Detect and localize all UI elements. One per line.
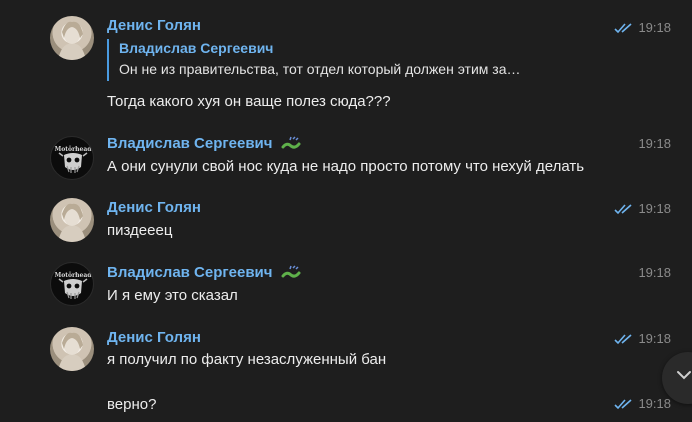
message-text: И я ему это сказал xyxy=(107,287,238,304)
motorhead-logo-icon: Motörhead xyxy=(55,272,93,299)
reply-quote[interactable]: Владислав Сергеевич Он не из правительст… xyxy=(107,39,587,81)
avatar-denis[interactable] xyxy=(50,198,94,242)
motorhead-logo-icon: Motörhead xyxy=(55,146,93,173)
author-name[interactable]: Денис Голян xyxy=(107,199,201,216)
message-text: пиздееец xyxy=(107,222,173,239)
double-check-icon xyxy=(614,399,632,410)
svg-text:Motörhead: Motörhead xyxy=(55,146,93,153)
svg-text:Motörhead: Motörhead xyxy=(55,272,93,279)
avatar-image xyxy=(58,203,86,242)
message-text: А они сунули свой нос куда не надо прост… xyxy=(107,158,585,175)
message-time: 19:18 xyxy=(638,331,671,346)
author-name[interactable]: Денис Голян xyxy=(107,17,201,34)
author-name-text: Владислав Сергеевич xyxy=(107,264,273,281)
double-check-icon xyxy=(614,204,632,215)
author-name[interactable]: Денис Голян xyxy=(107,329,201,346)
quote-author: Владислав Сергеевич xyxy=(119,40,274,56)
avatar-image xyxy=(58,21,86,60)
avatar-image xyxy=(58,332,86,371)
avatar-denis[interactable] xyxy=(50,16,94,60)
message-text: Тогда какого хуя он ваще полез сюда??? xyxy=(107,93,391,110)
double-check-icon xyxy=(614,23,632,34)
message-time: 19:18 xyxy=(638,136,671,151)
snake-emoji-icon xyxy=(281,265,301,278)
message-text: верно? xyxy=(107,396,157,413)
message-text: я получил по факту незаслуженный бан xyxy=(107,351,387,368)
avatar-vladislav[interactable]: Motörhead xyxy=(50,262,94,306)
double-check-icon xyxy=(614,334,632,345)
author-name[interactable]: Владислав Сергеевич xyxy=(107,264,301,281)
message-time: 19:18 xyxy=(638,20,671,35)
author-name[interactable]: Владислав Сергеевич xyxy=(107,135,301,152)
quote-text: Он не из правительства, тот отдел которы… xyxy=(119,61,521,77)
author-name-text: Владислав Сергеевич xyxy=(107,135,273,152)
message-time: 19:18 xyxy=(638,265,671,280)
message-time: 19:18 xyxy=(638,201,671,216)
avatar-vladislav[interactable]: Motörhead xyxy=(50,136,94,180)
chevron-down-icon xyxy=(677,371,691,380)
message-time: 19:18 xyxy=(638,396,671,411)
snake-emoji-icon xyxy=(281,136,301,149)
avatar-denis[interactable] xyxy=(50,327,94,371)
